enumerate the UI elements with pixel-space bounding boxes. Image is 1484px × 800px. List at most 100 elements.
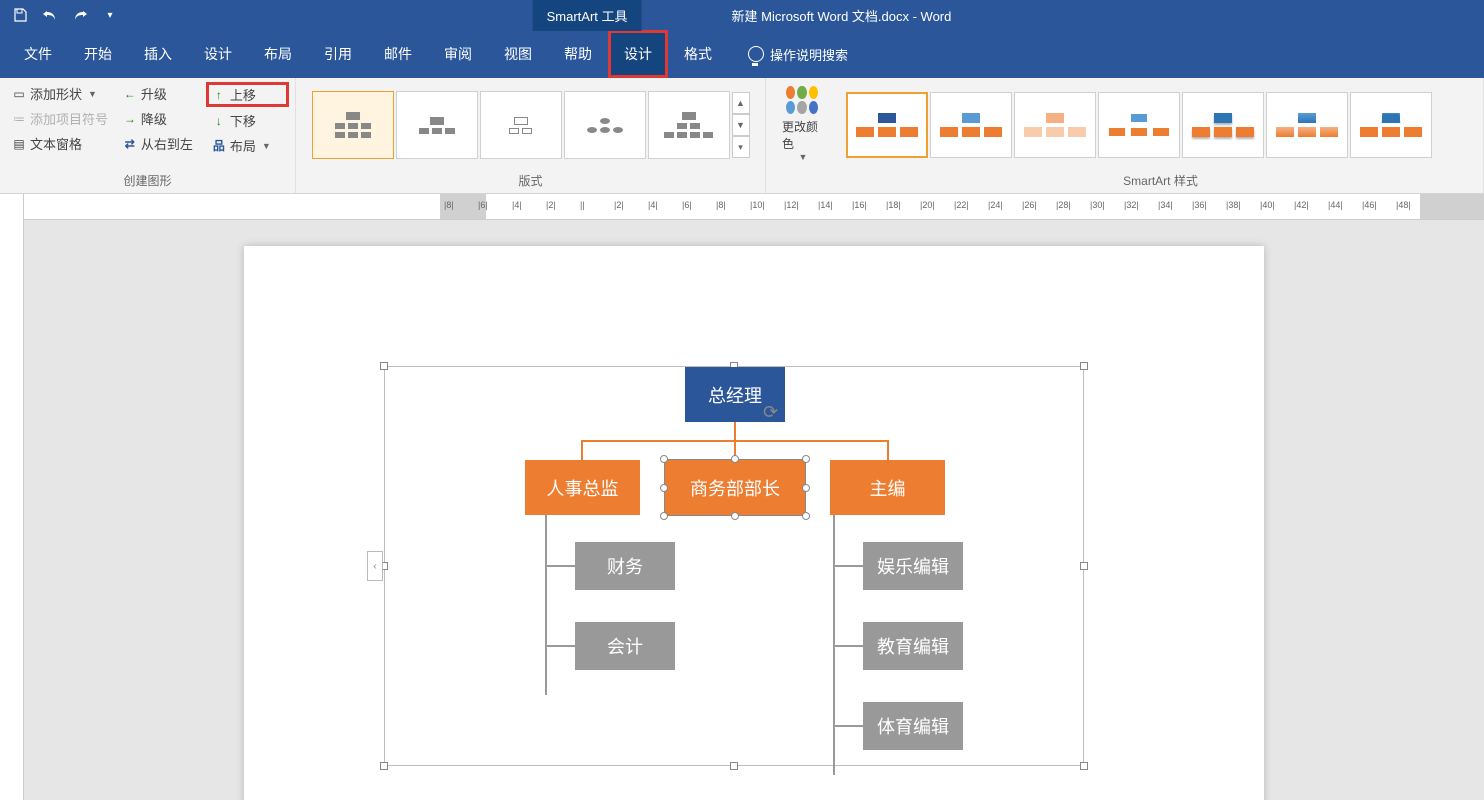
tab-help[interactable]: 帮助 bbox=[548, 30, 608, 78]
title-center: SmartArt 工具 新建 Microsoft Word 文档.docx - … bbox=[533, 0, 952, 31]
gallery-more-icon[interactable]: ▾ bbox=[732, 136, 750, 158]
layout-thumb-4[interactable] bbox=[564, 91, 646, 159]
tab-review[interactable]: 审阅 bbox=[428, 30, 488, 78]
ribbon-tabs: 文件 开始 插入 设计 布局 引用 邮件 审阅 视图 帮助 设计 格式 操作说明… bbox=[0, 30, 1484, 78]
style-thumb-3[interactable] bbox=[1014, 92, 1096, 158]
tab-insert[interactable]: 插入 bbox=[128, 30, 188, 78]
arrow-up-icon: ↑ bbox=[212, 88, 226, 102]
quick-access-toolbar: ▾ bbox=[0, 7, 118, 23]
smartart-frame[interactable]: ‹ bbox=[384, 366, 1084, 766]
styles-gallery bbox=[844, 90, 1434, 160]
bullet-icon: ≔ bbox=[12, 112, 26, 126]
rotate-icon[interactable]: ⟳ bbox=[763, 402, 777, 416]
save-icon[interactable] bbox=[12, 7, 28, 23]
org-node-entertainment[interactable]: 娱乐编辑 bbox=[863, 542, 963, 590]
node-handle[interactable] bbox=[660, 512, 668, 520]
org-node-editor[interactable]: 主编 bbox=[830, 460, 945, 515]
node-handle[interactable] bbox=[731, 512, 739, 520]
style-thumb-2[interactable] bbox=[930, 92, 1012, 158]
node-handle[interactable] bbox=[802, 455, 810, 463]
layout-thumb-2[interactable] bbox=[396, 91, 478, 159]
style-thumb-4[interactable] bbox=[1098, 92, 1180, 158]
ruler-vertical bbox=[0, 220, 24, 800]
ruler-mark: |8| bbox=[444, 200, 454, 210]
demote-button[interactable]: → 降级 bbox=[117, 107, 206, 130]
ruler-mark: |34| bbox=[1158, 200, 1173, 210]
tell-me-search[interactable]: 操作说明搜索 bbox=[748, 45, 848, 64]
node-handle[interactable] bbox=[802, 484, 810, 492]
add-shape-icon: ▭ bbox=[12, 87, 26, 101]
style-thumb-7[interactable] bbox=[1350, 92, 1432, 158]
layout-thumb-5[interactable] bbox=[648, 91, 730, 159]
text-pane-icon: ▤ bbox=[12, 137, 26, 151]
text-pane-button[interactable]: ▤ 文本窗格 bbox=[6, 132, 117, 155]
group-smartart-styles: SmartArt 样式 bbox=[838, 78, 1484, 193]
redo-icon[interactable] bbox=[72, 7, 88, 23]
rtl-button[interactable]: ⇄ 从右到左 bbox=[117, 132, 206, 155]
add-shape-button[interactable]: ▭ 添加形状 ▼ bbox=[6, 82, 117, 105]
tab-home[interactable]: 开始 bbox=[68, 30, 128, 78]
style-thumb-5[interactable] bbox=[1182, 92, 1264, 158]
ruler-mark: |26| bbox=[1022, 200, 1037, 210]
node-handle[interactable] bbox=[660, 484, 668, 492]
org-node-root[interactable]: 总经理 ⟳ bbox=[685, 367, 785, 422]
style-thumb-1[interactable] bbox=[846, 92, 928, 158]
tab-design[interactable]: 设计 bbox=[188, 30, 248, 78]
gallery-down-icon[interactable]: ▼ bbox=[732, 114, 750, 136]
node-handle[interactable] bbox=[731, 455, 739, 463]
undo-icon[interactable] bbox=[42, 7, 58, 23]
org-node-education[interactable]: 教育编辑 bbox=[863, 622, 963, 670]
tell-me-label: 操作说明搜索 bbox=[770, 45, 848, 64]
layout-thumb-1[interactable] bbox=[312, 91, 394, 159]
node-handle[interactable] bbox=[802, 512, 810, 520]
gallery-up-icon[interactable]: ▲ bbox=[732, 92, 750, 114]
group-label-create: 创建图形 bbox=[6, 168, 289, 193]
rtl-icon: ⇄ bbox=[123, 137, 137, 151]
ruler-mark: |2| bbox=[546, 200, 556, 210]
move-up-button[interactable]: ↑ 上移 bbox=[206, 82, 289, 107]
group-label-styles: SmartArt 样式 bbox=[844, 168, 1477, 193]
tab-references[interactable]: 引用 bbox=[308, 30, 368, 78]
ruler-horizontal: |8||6||4||2||||2||4||6||8||10||12||14||1… bbox=[0, 194, 1484, 220]
workspace: ‹ bbox=[0, 220, 1484, 800]
node-handle[interactable] bbox=[660, 455, 668, 463]
text-pane-toggle[interactable]: ‹ bbox=[367, 551, 383, 581]
ruler-mark: |40| bbox=[1260, 200, 1275, 210]
tab-mailings[interactable]: 邮件 bbox=[368, 30, 428, 78]
ruler-mark: |20| bbox=[920, 200, 935, 210]
ruler-mark: |16| bbox=[852, 200, 867, 210]
style-thumb-6[interactable] bbox=[1266, 92, 1348, 158]
lightbulb-icon bbox=[748, 46, 764, 62]
tab-smartart-format[interactable]: 格式 bbox=[668, 30, 728, 78]
org-node-hr[interactable]: 人事总监 bbox=[525, 460, 640, 515]
layout-dropdown-button[interactable]: 品 布局 ▼ bbox=[206, 134, 289, 157]
ruler-mark: |46| bbox=[1362, 200, 1377, 210]
document-area[interactable]: ‹ bbox=[24, 220, 1484, 800]
ruler-mark: |32| bbox=[1124, 200, 1139, 210]
arrow-down-icon: ↓ bbox=[212, 114, 226, 128]
org-node-sports[interactable]: 体育编辑 bbox=[863, 702, 963, 750]
ruler-mark: |10| bbox=[750, 200, 765, 210]
tab-view[interactable]: 视图 bbox=[488, 30, 548, 78]
add-bullet-button: ≔ 添加项目符号 bbox=[6, 107, 117, 130]
arrow-right-icon: → bbox=[123, 112, 137, 126]
palette-icon bbox=[786, 86, 818, 114]
layouts-gallery: ▲ ▼ ▾ bbox=[310, 89, 752, 161]
move-down-button[interactable]: ↓ 下移 bbox=[206, 109, 289, 132]
qat-customize-icon[interactable]: ▾ bbox=[102, 7, 118, 23]
org-node-finance[interactable]: 财务 bbox=[575, 542, 675, 590]
layouts-gallery-nav: ▲ ▼ ▾ bbox=[732, 92, 750, 158]
ruler-mark: |4| bbox=[648, 200, 658, 210]
group-create-graphic: ▭ 添加形状 ▼ ≔ 添加项目符号 ▤ 文本窗格 ← 升级 bbox=[0, 78, 296, 193]
ruler-mark: |4| bbox=[512, 200, 522, 210]
layout-thumb-3[interactable] bbox=[480, 91, 562, 159]
org-node-accounting[interactable]: 会计 bbox=[575, 622, 675, 670]
tab-smartart-design[interactable]: 设计 bbox=[608, 30, 668, 78]
ruler-mark: |12| bbox=[784, 200, 799, 210]
ruler-mark: |22| bbox=[954, 200, 969, 210]
promote-button[interactable]: ← 升级 bbox=[117, 82, 206, 105]
tab-layout[interactable]: 布局 bbox=[248, 30, 308, 78]
tab-file[interactable]: 文件 bbox=[8, 30, 68, 78]
org-node-business[interactable]: 商务部部长 bbox=[665, 460, 805, 515]
change-colors-button[interactable]: 更改颜色 ▼ bbox=[772, 82, 832, 166]
